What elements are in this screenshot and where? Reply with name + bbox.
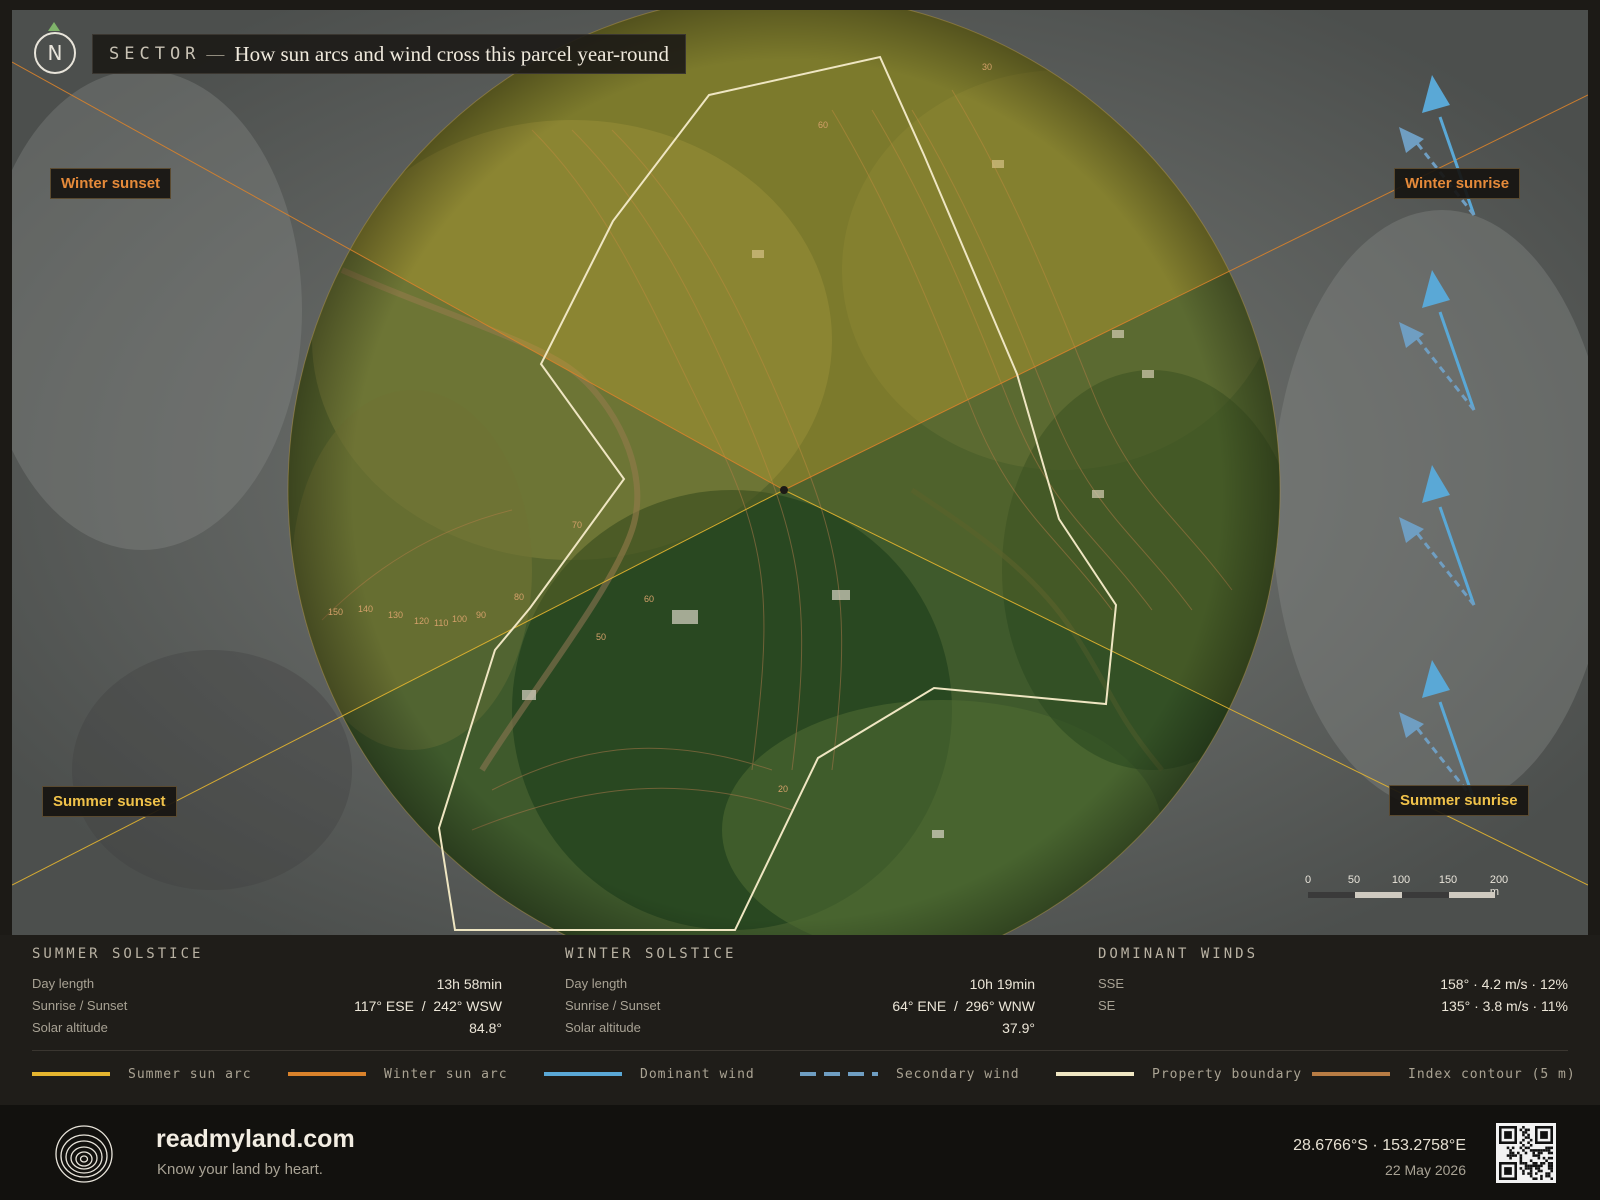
section-title: DOMINANT WINDS [1098,946,1259,962]
contour-label: 140 [358,604,373,614]
winter-sunrise-label: Winter sunrise [1394,168,1521,199]
brand-tagline: Know your land by heart. [157,1161,323,1178]
legend-swatch [800,1072,878,1076]
legend-summer-sun-arc: Summer sun arc [32,1064,252,1084]
scale-segment [1449,892,1495,898]
legend-label: Winter sun arc [384,1066,508,1082]
scale-segment [1308,892,1355,898]
stat-value: 10h 19min [969,976,1035,992]
coordinates: 28.6766°S · 153.2758°E [1293,1137,1466,1154]
stat-value: 117° ESE / 242° WSW [354,998,502,1014]
legend-winter-sun-arc: Winter sun arc [288,1064,508,1084]
stat-value: 84.8° [469,1020,502,1036]
legend-swatch [1056,1072,1134,1076]
legend-label: Secondary wind [896,1066,1020,1082]
scale-tick: 0 [1304,874,1312,886]
aerial-map: 150 140 130 120 110 100 90 80 70 60 20 50 60 30 [12,10,1588,935]
stat-label: Solar altitude [32,1020,108,1035]
contour-label: 120 [414,616,429,626]
stat-value: 13h 58min [436,976,502,992]
legend-label: Summer sun arc [128,1066,252,1082]
contour-label: 130 [388,610,403,620]
scale-tick: 150 [1438,874,1458,886]
brand-name[interactable]: readmyland.com [156,1125,355,1154]
scale-tick: 100 [1391,874,1411,886]
stat-label: SSE [1098,976,1125,991]
stat-value: 37.9° [1002,1020,1035,1036]
legend-swatch [544,1072,622,1076]
scale-segment [1355,892,1402,898]
legend-index-contour: Index contour (5 m) [1312,1064,1576,1084]
summer-sunset-label: Summer sunset [42,786,177,817]
legend-label: Index contour (5 m) [1408,1066,1576,1082]
legend-label: Dominant wind [640,1066,755,1082]
legend-label: Property boundary [1152,1066,1303,1082]
stat-label: Day length [565,976,628,991]
report-date: 22 May 2026 [1385,1162,1466,1178]
contour-label: 110 [434,618,448,628]
map-title: SECTOR — How sun arcs and wind cross thi… [92,34,687,74]
north-arrow-icon [48,22,60,31]
contour-label: 50 [596,632,606,642]
legend-swatch [1312,1072,1390,1076]
legend-dominant-wind: Dominant wind [544,1064,755,1084]
stat-value: 158° · 4.2 m/s · 12% [1440,976,1568,992]
contour-label: 150 [328,607,343,617]
north-compass: N [34,32,76,74]
legend-swatch [288,1072,366,1076]
legend-swatch [32,1072,110,1076]
qr-code-icon[interactable] [1496,1123,1556,1183]
stat-label: Sunrise / Sunset [32,998,128,1013]
stat-label: SE [1098,998,1116,1013]
contour-label: 100 [452,614,467,624]
section-title: WINTER SOLSTICE [565,946,737,962]
scale-bar: 0 50 100 150 200 m [1299,874,1514,904]
stat-value: 135° · 3.8 m/s · 11% [1441,998,1568,1014]
stat-value: 64° ENE / 296° WNW [892,998,1035,1014]
fingerprint-logo-icon[interactable] [54,1124,114,1184]
stat-label: Solar altitude [565,1020,641,1035]
scale-segment [1402,892,1449,898]
contour-label: 70 [572,520,582,530]
contour-label: 60 [644,594,654,604]
summer-sunrise-label: Summer sunrise [1389,785,1529,816]
legend-secondary-wind: Secondary wind [800,1064,1020,1084]
title-dash: — [206,43,225,64]
stat-label: Sunrise / Sunset [565,998,661,1013]
scale-tick: 50 [1347,874,1361,886]
map-panel[interactable]: 150 140 130 120 110 100 90 80 70 60 20 50 60 30 N SEC… [12,10,1588,935]
legend-property-boundary: Property boundary [1056,1064,1302,1084]
contour-label: 30 [982,62,992,72]
footer: readmyland.com Know your land by heart. … [0,1105,1600,1200]
stat-label: Day length [32,976,95,991]
title-text: How sun arcs and wind cross this parcel … [234,41,670,66]
title-kicker: SECTOR [109,44,201,64]
contour-label: 60 [818,120,828,130]
contour-label: 80 [514,592,524,602]
winter-sunset-label: Winter sunset [50,168,172,199]
contour-label: 20 [778,784,788,794]
info-panel: SUMMER SOLSTICE Day length 13h 58min Sun… [0,935,1600,1105]
divider [32,1050,1568,1051]
section-title: SUMMER SOLSTICE [32,946,204,962]
contour-label: 90 [476,610,486,620]
